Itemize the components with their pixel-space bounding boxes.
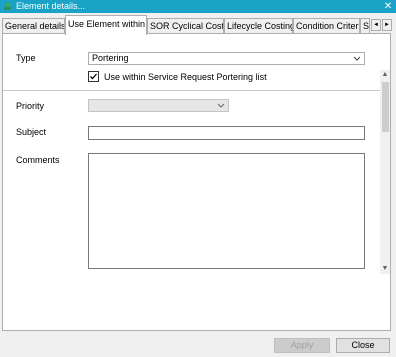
section-divider [3, 90, 381, 91]
tab-general-details[interactable]: General details [2, 18, 65, 34]
chevron-down-icon [217, 103, 225, 108]
type-dropdown[interactable]: Portering [88, 52, 365, 65]
subject-input[interactable] [88, 126, 365, 140]
checkmark-icon [90, 73, 97, 80]
subject-label: Subject [16, 127, 47, 137]
tab-s[interactable]: S [360, 18, 370, 34]
tab-condition-criteria[interactable]: Condition Criteria [293, 18, 360, 34]
priority-label: Priority [16, 101, 45, 111]
scroll-up-icon[interactable]: ▲ [380, 70, 390, 80]
recycle-icon [3, 1, 13, 12]
comments-textarea[interactable] [88, 153, 365, 269]
tab-lifecycle-costing[interactable]: Lifecycle Costing [224, 18, 293, 34]
type-label: Type [16, 53, 36, 63]
use-within-label: Use within Service Request Portering lis… [104, 72, 267, 82]
vertical-scrollbar[interactable]: ▲ ▼ [380, 70, 390, 274]
tab-scroll-left-icon[interactable]: ◄ [371, 19, 381, 31]
use-within-checkbox[interactable] [88, 71, 99, 82]
chevron-down-icon [353, 56, 361, 61]
close-icon[interactable]: ✕ [383, 0, 393, 13]
tab-sor-cyclical-costs[interactable]: SOR Cyclical Costs [147, 18, 224, 34]
apply-button[interactable]: Apply [274, 338, 330, 353]
scroll-thumb[interactable] [382, 82, 389, 132]
tab-strip: General details Use Element within ... S… [0, 14, 396, 35]
scroll-down-icon[interactable]: ▼ [380, 264, 390, 274]
title-bar: Element details... ✕ [0, 0, 396, 13]
comments-label: Comments [16, 155, 60, 165]
tab-scroll-right-icon[interactable]: ► [382, 19, 392, 31]
tab-use-element-within[interactable]: Use Element within ... [65, 15, 147, 35]
close-button[interactable]: Close [336, 338, 390, 353]
priority-dropdown[interactable] [88, 99, 229, 112]
window-title: Element details... [16, 1, 86, 11]
type-value: Portering [92, 53, 129, 63]
tab-panel: Type Portering Use within Service Reques… [2, 33, 391, 331]
